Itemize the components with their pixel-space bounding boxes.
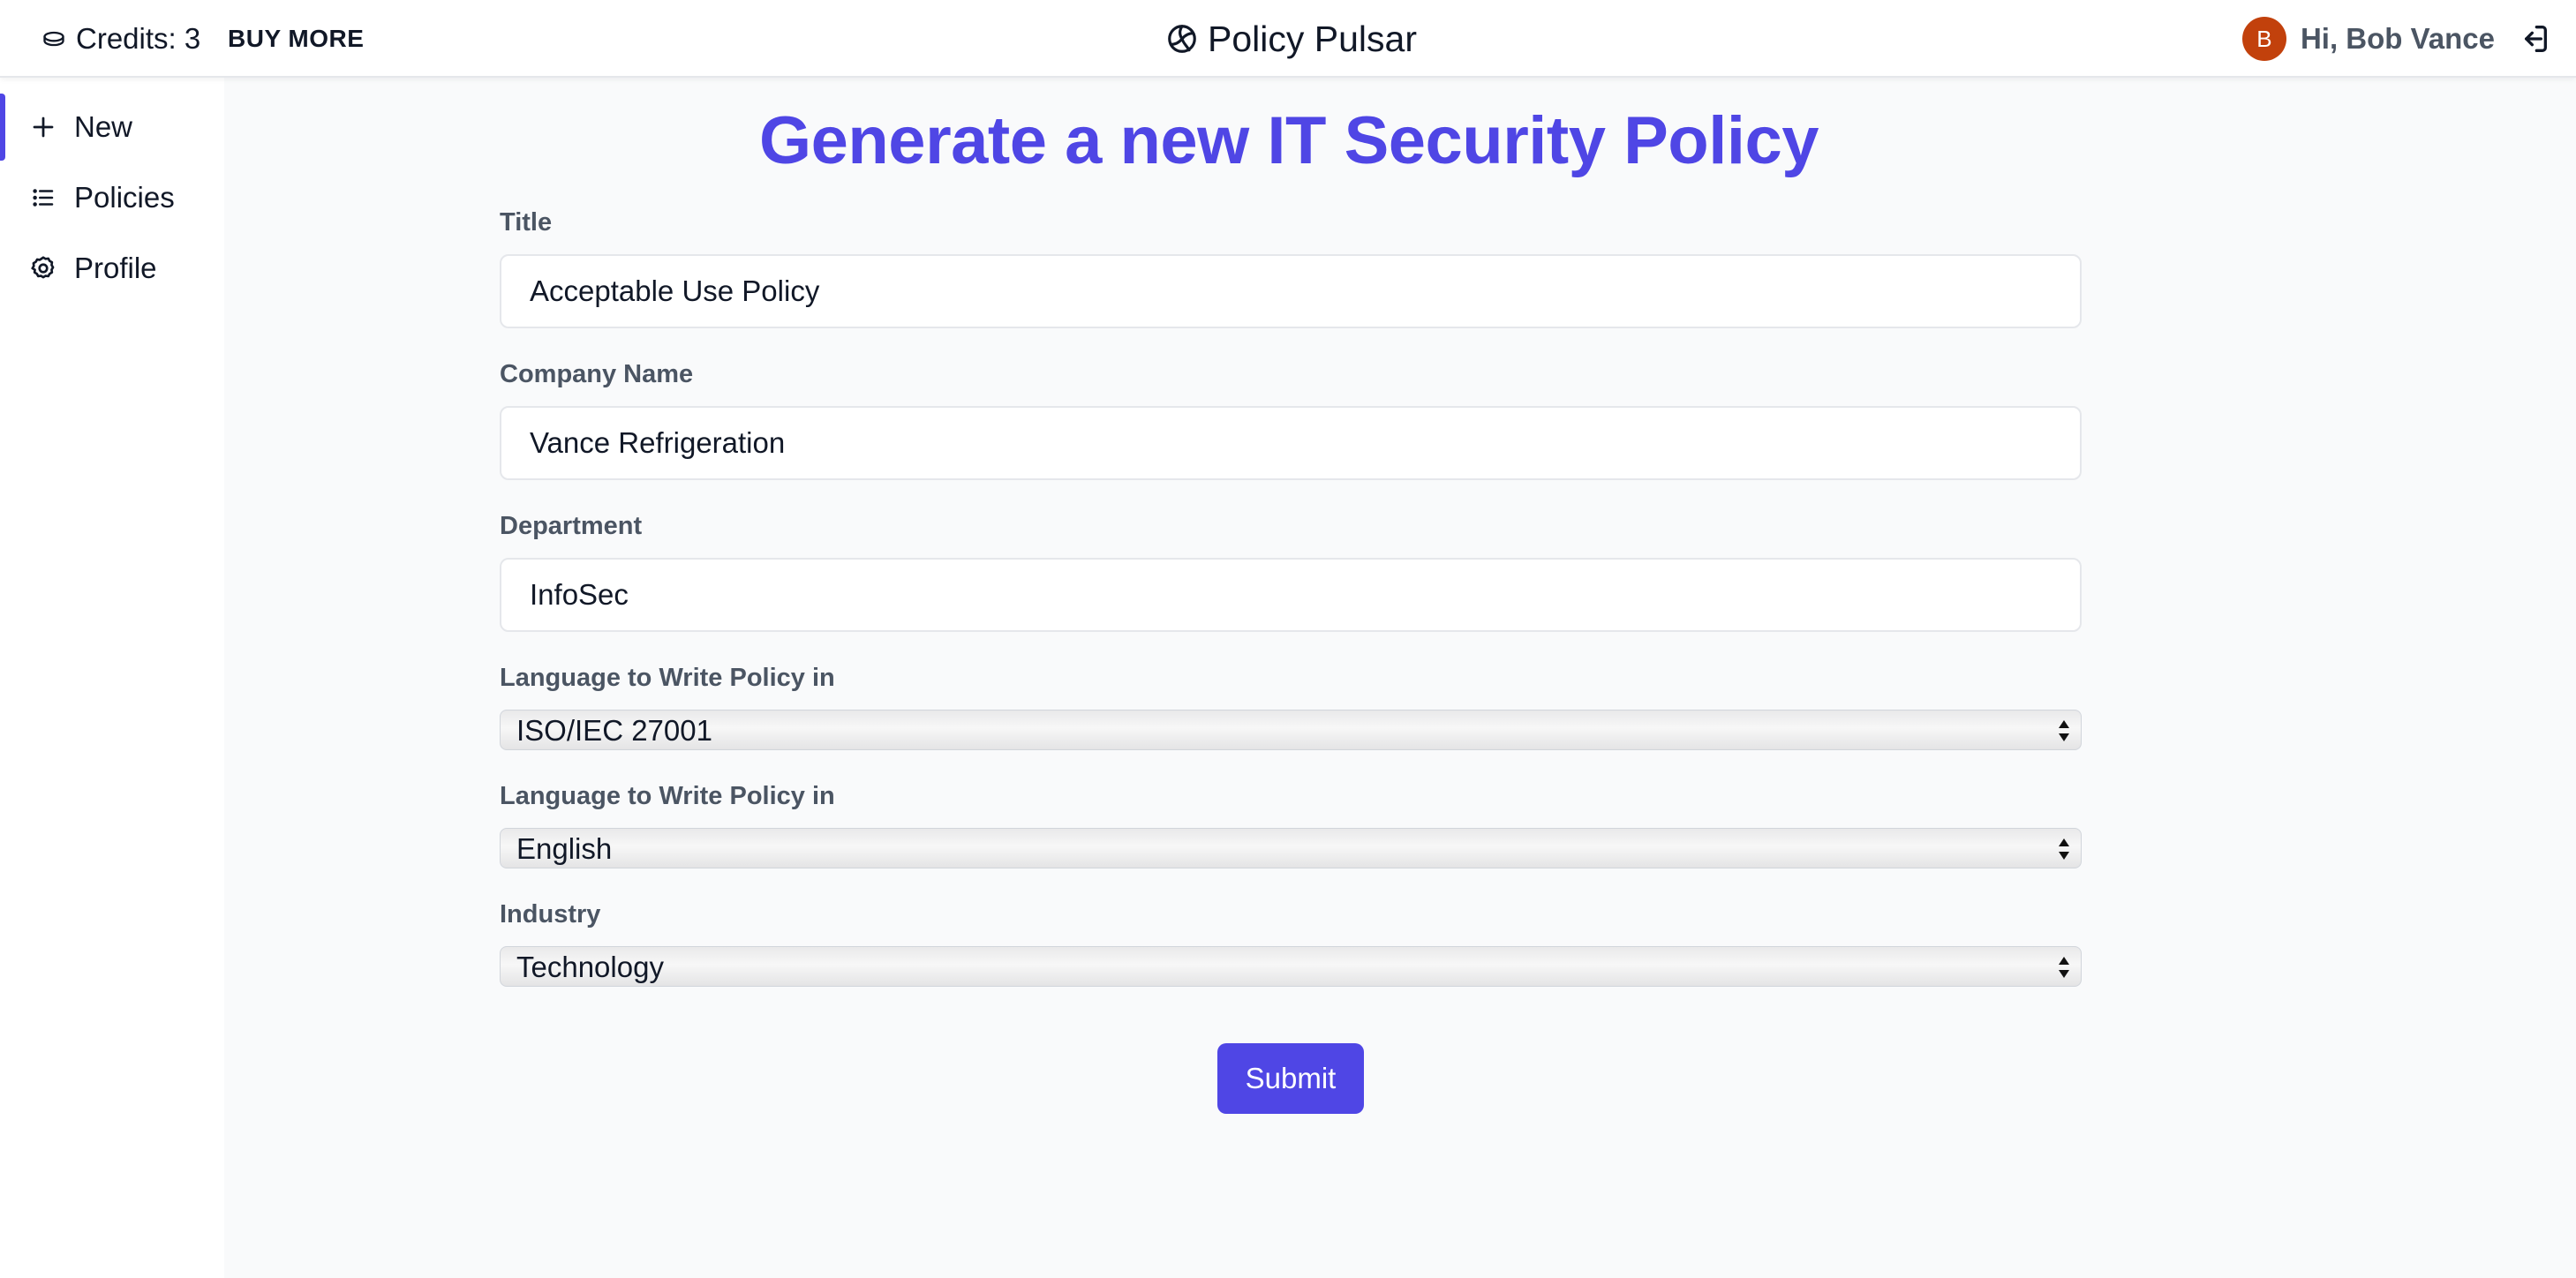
- department-field[interactable]: [500, 558, 2082, 632]
- main-content: Generate a new IT Security Policy Title …: [224, 78, 2576, 1278]
- brand[interactable]: Policy Pulsar: [1165, 16, 1417, 62]
- department-label: Department: [500, 512, 643, 540]
- select-arrows-icon: [2056, 954, 2072, 981]
- framework-label: Language to Write Policy in: [500, 664, 835, 692]
- select-arrows-icon: [2056, 718, 2072, 744]
- credits-label: Credits: 3: [76, 22, 201, 55]
- sidebar-item-policies[interactable]: Policies: [0, 162, 224, 233]
- user-menu: B Hi, Bob Vance: [2241, 16, 2551, 62]
- language-label: Language to Write Policy in: [500, 782, 835, 810]
- coin-icon: [41, 26, 67, 52]
- buy-more-button[interactable]: BUY MORE: [228, 19, 364, 58]
- sidebar-item-profile[interactable]: Profile: [0, 233, 224, 304]
- logout-icon[interactable]: [2516, 21, 2551, 56]
- user-greeting: Hi, Bob Vance: [2300, 22, 2495, 55]
- gear-icon: [28, 253, 58, 283]
- sidebar-item-label: New: [74, 110, 133, 143]
- company-name-label: Company Name: [500, 360, 694, 388]
- select-arrows-icon: [2056, 836, 2072, 862]
- sidebar-item-label: Policies: [74, 181, 175, 214]
- aperture-logo-icon: [1165, 22, 1199, 56]
- title-field[interactable]: [500, 254, 2082, 328]
- page-title: Generate a new IT Security Policy: [759, 103, 1819, 178]
- sidebar-item-label: Profile: [74, 252, 157, 284]
- company-name-field[interactable]: [500, 406, 2082, 480]
- industry-label: Industry: [500, 900, 601, 928]
- title-label: Title: [500, 208, 553, 237]
- industry-select-value: Technology: [516, 951, 664, 983]
- avatar[interactable]: B: [2241, 17, 2286, 61]
- brand-name: Policy Pulsar: [1208, 18, 1417, 59]
- framework-select[interactable]: ISO/IEC 27001: [500, 710, 2082, 750]
- credits-display: Credits: 3: [41, 19, 200, 58]
- language-select[interactable]: English: [500, 828, 2082, 868]
- sidebar: New Policies Profile: [0, 78, 224, 1278]
- plus-icon: [28, 112, 58, 142]
- industry-select[interactable]: Technology: [500, 946, 2082, 987]
- framework-select-value: ISO/IEC 27001: [516, 714, 712, 747]
- top-bar: Credits: 3 BUY MORE Policy Pulsar B Hi, …: [0, 0, 2576, 78]
- language-select-value: English: [516, 832, 613, 865]
- submit-button[interactable]: Submit: [1217, 1043, 1364, 1114]
- sidebar-item-new[interactable]: New: [0, 92, 224, 162]
- list-icon: [28, 183, 58, 213]
